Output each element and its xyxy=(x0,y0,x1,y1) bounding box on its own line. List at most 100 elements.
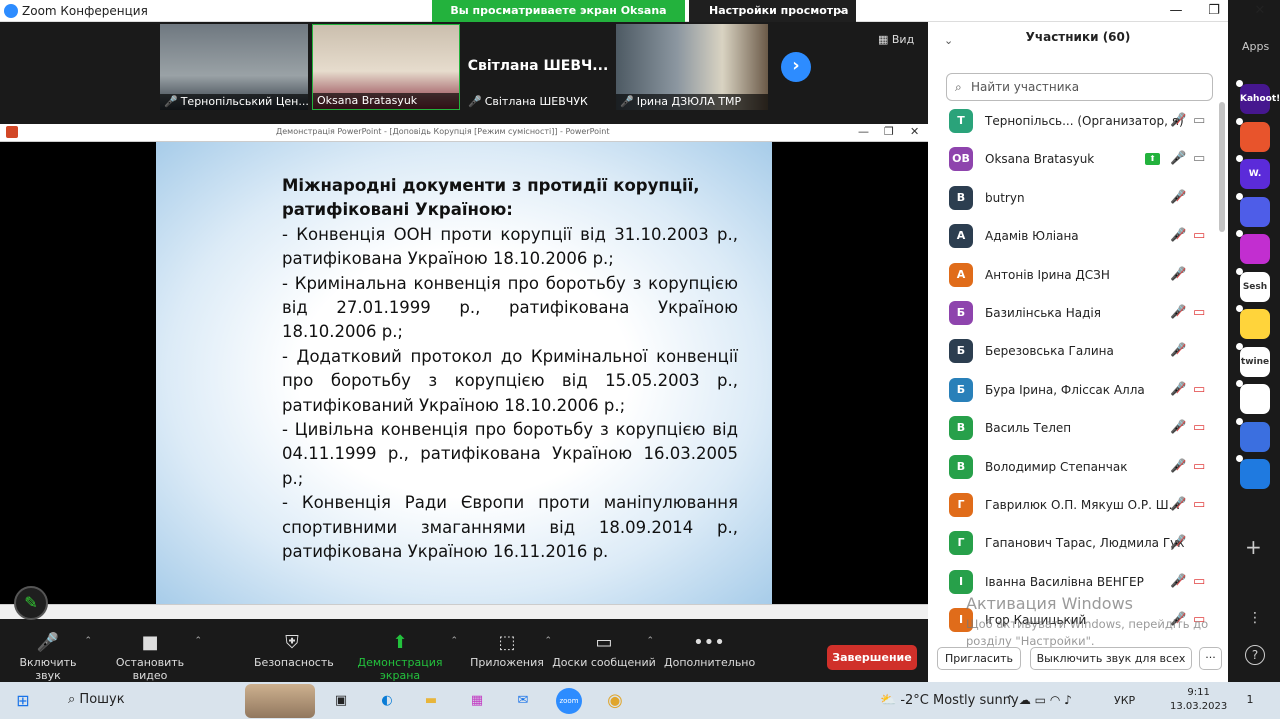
participant-row[interactable]: Б Базилінська Надія 🎤̸ ▭ xyxy=(945,296,1215,334)
stop-video-button[interactable]: ■ Остановить видео ⌃ xyxy=(100,630,202,682)
participant-name: Володимир Степанчак xyxy=(985,459,1128,474)
app-icon[interactable] xyxy=(1240,196,1270,227)
chrome-icon[interactable]: ◉ xyxy=(602,688,628,714)
slide-item: - Кримінальна конвенція про боротьбу з к… xyxy=(282,273,738,342)
security-button[interactable]: ⛨ Безопасность xyxy=(254,630,334,669)
mic-muted-icon: 🎤̸ xyxy=(1170,343,1187,359)
weather-widget[interactable]: ⛅ -2°C Mostly sunny xyxy=(880,693,1019,708)
app-icon[interactable] xyxy=(1240,234,1270,264)
participants-header: Участники (60) xyxy=(1025,30,1131,44)
close-button[interactable]: ✕ xyxy=(1248,2,1272,20)
more-dots-icon: ••• xyxy=(693,632,725,653)
participant-row[interactable]: Г Гаврилюк О.П. Мякуш О.Р. Ш... 🎤̸ ▭ xyxy=(945,488,1215,526)
app-icon[interactable] xyxy=(1240,459,1270,489)
more-options-button[interactable]: ··· xyxy=(1199,647,1222,670)
participant-name: Василь Телеп xyxy=(985,421,1072,436)
window-title: Zoom Конференция xyxy=(22,4,148,18)
more-vertical-icon[interactable]: ⋮ xyxy=(1248,610,1262,626)
video-thumbnail[interactable]: Світлана ШЕВЧ... 🎤 Світлана ШЕВЧУК xyxy=(464,24,612,110)
chevron-up-icon: ⌃ xyxy=(544,636,552,646)
next-thumbnails-button[interactable]: › xyxy=(781,52,811,82)
video-thumbnail[interactable]: Oksana Bratasyuk xyxy=(312,24,460,110)
participant-row[interactable]: А Антонів Ірина ДСЗН 🎤̸ xyxy=(945,258,1215,296)
participant-row[interactable]: Bbutryn 🎤̸ xyxy=(945,181,1215,219)
mic-muted-icon: 🎤̸ xyxy=(1170,573,1187,589)
participant-row[interactable]: В Василь Телеп 🎤̸ ▭ xyxy=(945,411,1215,449)
whiteboards-button[interactable]: ▭ Доски сообщений ⌃ xyxy=(552,630,656,669)
app-icon[interactable]: twine xyxy=(1240,346,1270,377)
thumbnail-label: 🎤 Ірина ДЗЮЛА ТМР xyxy=(616,94,768,110)
participant-name: Антонів Ірина ДСЗН xyxy=(985,267,1110,282)
participant-name: Бура Ірина, Фліссак Алла xyxy=(985,382,1145,397)
apps-button[interactable]: ⬚ Приложения ⌃ xyxy=(470,630,552,669)
app-icon[interactable] xyxy=(1240,421,1270,452)
windows-start-icon[interactable]: ⊞ xyxy=(10,688,36,714)
video-off-icon: ▭ xyxy=(1193,497,1206,512)
powerpoint-titlebar: Демонстрація PowerPoint - [Доповідь Кору… xyxy=(0,124,928,142)
annotate-pencil-icon[interactable]: ✎ xyxy=(14,586,48,620)
end-meeting-button[interactable]: Завершение xyxy=(827,645,917,670)
slide-item: - Конвенція Ради Європи проти маніпулюва… xyxy=(282,493,738,562)
view-button[interactable]: ▦ Вид xyxy=(878,33,914,46)
file-explorer-icon[interactable]: ▬ xyxy=(418,688,444,714)
participant-row[interactable]: Г Гапанович Тарас, Людмила Гук 🎤̸ xyxy=(945,526,1215,564)
mic-muted-icon: 🎤 xyxy=(468,95,482,108)
apps-icon: ⬚ xyxy=(498,632,516,653)
help-icon[interactable]: ? xyxy=(1245,645,1265,665)
zoom-logo-icon xyxy=(4,4,18,18)
mail-icon[interactable]: ✉ xyxy=(510,688,536,714)
avatar: OB xyxy=(949,147,973,172)
participant-search-input[interactable]: ⌕ Найти участника xyxy=(946,73,1213,101)
participant-row[interactable]: Т Тернопільсь... (Организатор, я) 🎤̸ ▭ xyxy=(945,104,1215,142)
slide-item: - Цивільна конвенція про боротьбу з кору… xyxy=(282,420,738,488)
task-view-icon[interactable]: ▣ xyxy=(328,688,354,714)
app-icon[interactable] xyxy=(1240,121,1270,152)
invite-button[interactable]: Пригласить xyxy=(937,647,1021,670)
edge-icon[interactable]: ◐ xyxy=(374,688,400,714)
taskbar-search[interactable]: ⌕ Пошук xyxy=(68,692,125,707)
taskbar-clock[interactable]: 9:11 13.03.2023 xyxy=(1170,686,1227,714)
video-thumbnail[interactable]: 🎤 Тернопільський Цен... xyxy=(160,24,308,110)
tray-icons[interactable]: ⌃ ☁ ▭ ◠ ♪ xyxy=(1005,693,1072,707)
store-icon[interactable]: ▦ xyxy=(464,688,490,714)
app-icon[interactable] xyxy=(1240,309,1270,339)
unmute-button[interactable]: 🎤 Включить звук ⌃ xyxy=(8,630,92,682)
mic-muted-icon: 🎤 xyxy=(36,632,60,653)
app-icon[interactable] xyxy=(1240,384,1270,414)
presentation-slide: Міжнародні документи з протидії корупції… xyxy=(156,142,772,604)
add-app-icon[interactable]: + xyxy=(1245,535,1262,559)
chevron-down-icon: ⌄ xyxy=(837,5,846,16)
participant-row[interactable]: А Адамів Юліана 🎤̸ ▭ xyxy=(945,219,1215,257)
language-indicator[interactable]: УКР xyxy=(1114,694,1135,707)
chevron-up-icon: ⌃ xyxy=(84,636,92,646)
minimize-button[interactable]: — xyxy=(1164,2,1188,20)
more-button[interactable]: ••• Дополнительно xyxy=(664,630,755,669)
mic-muted-icon: 🎤̸ xyxy=(1170,228,1187,244)
participant-row[interactable]: В Володимир Степанчак 🎤̸ ▭ xyxy=(945,450,1215,488)
chevron-up-icon: ⌃ xyxy=(194,636,202,646)
app-icon[interactable]: Sesh xyxy=(1240,271,1270,302)
mute-all-button[interactable]: Выключить звук для всех xyxy=(1030,647,1192,670)
ppt-close-button[interactable]: ✕ xyxy=(910,125,919,138)
view-options-button[interactable]: Настройки просмотра ⌄ xyxy=(689,0,856,22)
video-off-icon: ▭ xyxy=(1193,458,1206,474)
scrollbar[interactable] xyxy=(1219,102,1225,232)
participant-row[interactable]: OB Oksana Bratasyuk 🎤 ▭ ⬆ xyxy=(945,142,1215,180)
ppt-minimize-button[interactable]: — xyxy=(858,125,869,138)
notification-badge[interactable]: 1 xyxy=(1240,690,1260,710)
video-off-icon: ▭ xyxy=(1193,381,1206,397)
grid-icon: ▦ xyxy=(878,33,892,46)
participant-row[interactable]: Б Бура Ірина, Фліссак Алла 🎤̸ ▭ xyxy=(945,373,1215,411)
mic-muted-icon: 🎤̸ xyxy=(1170,113,1187,128)
video-thumbnail[interactable]: 🎤 Ірина ДЗЮЛА ТМР xyxy=(616,24,768,110)
participant-row[interactable]: Б Березовська Галина 🎤̸ xyxy=(945,334,1215,372)
powerpoint-icon xyxy=(6,126,18,138)
app-icon[interactable]: W. xyxy=(1240,159,1270,189)
mic-muted-icon: 🎤̸ xyxy=(1170,266,1187,282)
maximize-button[interactable]: ❐ xyxy=(1202,2,1226,20)
zoom-taskbar-icon[interactable]: zoom xyxy=(556,688,582,714)
share-screen-button[interactable]: ⬆ Демонстрация экрана ⌃ xyxy=(340,630,460,682)
ppt-restore-button[interactable]: ❐ xyxy=(884,125,894,138)
app-icon[interactable]: Kahoot! xyxy=(1240,84,1280,114)
avatar: Б xyxy=(949,339,973,364)
